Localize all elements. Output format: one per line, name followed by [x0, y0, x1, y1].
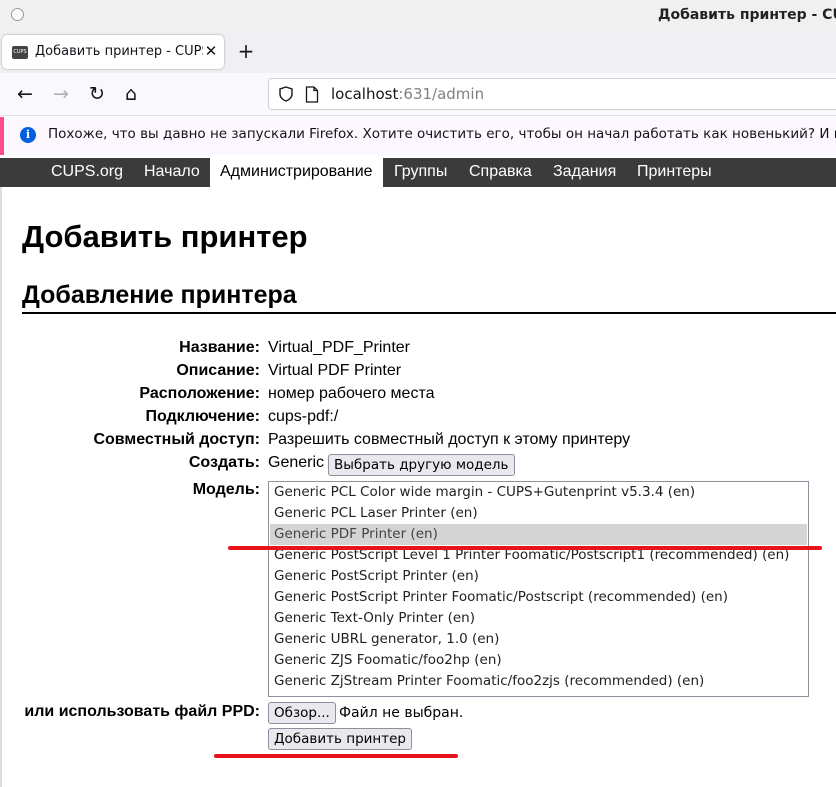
cups-favicon-icon: CUPS [12, 46, 28, 59]
page-icon[interactable] [305, 86, 319, 103]
model-listbox[interactable]: Generic PCL Color wide margin - CUPS+Gut… [268, 481, 809, 697]
model-option[interactable]: Generic PCL Color wide margin - CUPS+Gut… [270, 482, 807, 503]
url-path: :631/admin [398, 85, 485, 103]
make-value: Generic [268, 454, 325, 471]
model-option[interactable]: Generic UBRL generator, 1.0 (en) [270, 629, 807, 650]
annotation-underline-submit [214, 754, 458, 758]
tab-active[interactable]: CUPS Добавить принтер - CUPS 2.3.1 ✕ [2, 35, 224, 69]
file-status: Файл не выбран. [339, 705, 464, 721]
model-option[interactable]: Generic PostScript Printer (en) [270, 566, 807, 587]
name-value: Virtual_PDF_Printer [268, 339, 410, 356]
navigation-toolbar: ← → ↻ ⌂ localhost:631/admin [0, 73, 836, 116]
back-icon[interactable]: ← [12, 81, 38, 107]
url-host: localhost [331, 85, 399, 103]
model-option[interactable]: Generic Text-Only Printer (en) [270, 608, 807, 629]
location-label: Расположение: [139, 385, 260, 402]
nav-home[interactable]: Начало [144, 158, 200, 187]
model-option[interactable]: Generic ZJS Foomatic/foo2hp (en) [270, 650, 807, 671]
nav-cups-org[interactable]: CUPS.org [51, 158, 123, 187]
window-title: Добавить принтер - CUPS 2.3.1 [658, 7, 836, 23]
sharing-label: Совместный доступ: [93, 431, 260, 448]
notification-text: Похоже, что вы давно не запускали Firefo… [48, 126, 836, 142]
shield-icon[interactable] [278, 86, 294, 102]
nav-printers[interactable]: Принтеры [637, 158, 712, 187]
choose-other-model-button[interactable]: Выбрать другую модель [328, 454, 515, 476]
close-icon[interactable]: ✕ [201, 41, 221, 61]
add-printer-button[interactable]: Добавить принтер [268, 728, 412, 750]
model-option[interactable]: Generic PCL Laser Printer (en) [270, 503, 807, 524]
tab-strip: CUPS Добавить принтер - CUPS 2.3.1 ✕ + [0, 33, 836, 73]
section-divider [22, 312, 836, 314]
tab-title: Добавить принтер - CUPS 2.3.1 [35, 44, 203, 59]
browser-window: Добавить принтер - CUPS 2.3.1 CUPS Добав… [0, 0, 836, 787]
make-label: Создать: [188, 454, 260, 471]
description-label: Описание: [176, 362, 260, 379]
title-bar: Добавить принтер - CUPS 2.3.1 [0, 0, 836, 33]
model-option[interactable]: Generic PostScript Printer Foomatic/Post… [270, 587, 807, 608]
connection-value: cups-pdf:/ [268, 408, 339, 425]
reload-icon[interactable]: ↻ [84, 81, 110, 107]
description-value: Virtual PDF Printer [268, 362, 402, 379]
nav-administration[interactable]: Администрирование [210, 158, 383, 187]
new-tab-button[interactable]: + [234, 39, 258, 63]
model-option[interactable]: Generic ZjStream Printer Foomatic/foo2zj… [270, 671, 807, 692]
info-icon: i [20, 127, 36, 143]
refresh-notification-bar: i Похоже, что вы давно не запускали Fire… [0, 117, 836, 155]
forward-icon[interactable]: → [48, 81, 74, 107]
nav-jobs[interactable]: Задания [553, 158, 616, 187]
nav-help[interactable]: Справка [469, 158, 532, 187]
model-label: Модель: [192, 481, 260, 498]
page-content: Добавить принтер Добавление принтера Наз… [0, 187, 836, 787]
name-label: Название: [179, 339, 260, 356]
location-value: номер рабочего места [268, 385, 435, 402]
browse-button[interactable]: Обзор... [268, 702, 336, 724]
section-title: Добавление принтера [22, 281, 297, 309]
window-menu-icon[interactable] [11, 8, 24, 21]
nav-groups[interactable]: Группы [394, 158, 447, 187]
ppd-label: или использовать файл PPD: [24, 703, 260, 720]
annotation-underline-model [228, 546, 822, 550]
url-bar[interactable]: localhost:631/admin [268, 78, 836, 110]
sharing-value: Разрешить совместный доступ к этому прин… [268, 431, 631, 448]
model-option-selected[interactable]: Generic PDF Printer (en) [270, 524, 807, 545]
url-text: localhost:631/admin [331, 85, 484, 103]
cups-navigation: CUPS.org Начало Администрирование Группы… [0, 158, 836, 187]
page-title: Добавить принтер [22, 219, 308, 254]
connection-label: Подключение: [145, 408, 260, 425]
home-icon[interactable]: ⌂ [118, 81, 144, 107]
